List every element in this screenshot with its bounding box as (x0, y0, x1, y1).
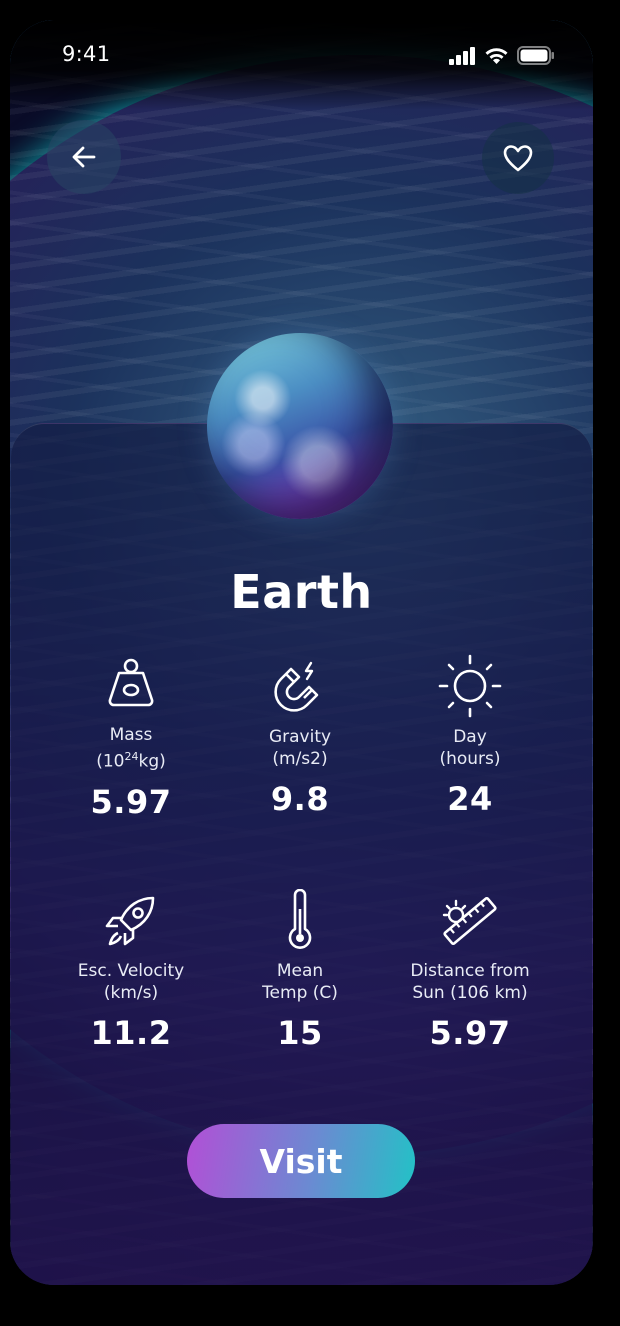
stat-escape-velocity-label: Esc. Velocity (77, 961, 185, 981)
weight-icon (108, 658, 154, 707)
stat-gravity-label: Gravity (268, 727, 332, 747)
sun-ruler-icon (442, 896, 497, 946)
stat-mean-temp-label: Mean (276, 961, 324, 981)
stat-distance-unit: Sun (106 km) (412, 983, 528, 1003)
stat-day-unit: (hours) (439, 749, 501, 769)
stat-gravity-value: 9.8 (270, 780, 330, 818)
stat-mean-temp-value: 15 (277, 1014, 323, 1052)
status-bar: 9:41 (10, 20, 593, 90)
favorite-button[interactable] (482, 122, 554, 194)
stat-distance-from-sun: Distance from Sun (106 km) 5.97 (385, 888, 555, 1052)
stat-distance-value: 5.97 (429, 1014, 511, 1052)
stat-mass-label: Mass (109, 725, 153, 745)
stat-gravity-unit: (m/s2) (272, 749, 328, 769)
stat-day-label: Day (453, 727, 487, 747)
stat-mass-value: 5.97 (90, 782, 172, 821)
stat-distance-label: Distance from (410, 961, 530, 981)
back-button[interactable] (47, 120, 121, 194)
thermometer-icon (288, 889, 312, 949)
stat-escape-velocity-value: 11.2 (90, 1014, 172, 1052)
magnet-icon (274, 661, 319, 712)
heart-icon (503, 145, 533, 172)
stat-mass: Mass (1024kg) 5.97 (46, 652, 216, 821)
stat-escape-velocity-unit: (km/s) (103, 983, 159, 1003)
stat-day: Day (hours) 24 (385, 654, 555, 818)
planet-name: Earth (230, 565, 373, 619)
sun-icon (438, 654, 502, 718)
visit-button[interactable]: Visit (187, 1124, 415, 1198)
status-icons (449, 46, 555, 65)
rocket-icon (105, 896, 155, 946)
stat-mean-temp-unit: Temp (C) (262, 983, 338, 1003)
wifi-icon (485, 47, 508, 64)
earth-planet-image (207, 333, 393, 519)
stat-mass-unit: (1024kg) (96, 750, 166, 772)
stat-mean-temp: Mean Temp (C) 15 (215, 888, 385, 1052)
cellular-signal-icon (449, 46, 475, 65)
status-time: 9:41 (62, 42, 111, 66)
stat-gravity: Gravity (m/s2) 9.8 (215, 654, 385, 818)
stat-day-value: 24 (447, 780, 493, 818)
stat-escape-velocity: Esc. Velocity (km/s) 11.2 (46, 888, 216, 1052)
arrow-left-icon (72, 146, 96, 168)
phone-screen: 9:41 Earth Mass (1024kg) 5.97 Gravity (m… (10, 20, 593, 1285)
battery-icon (517, 46, 554, 65)
